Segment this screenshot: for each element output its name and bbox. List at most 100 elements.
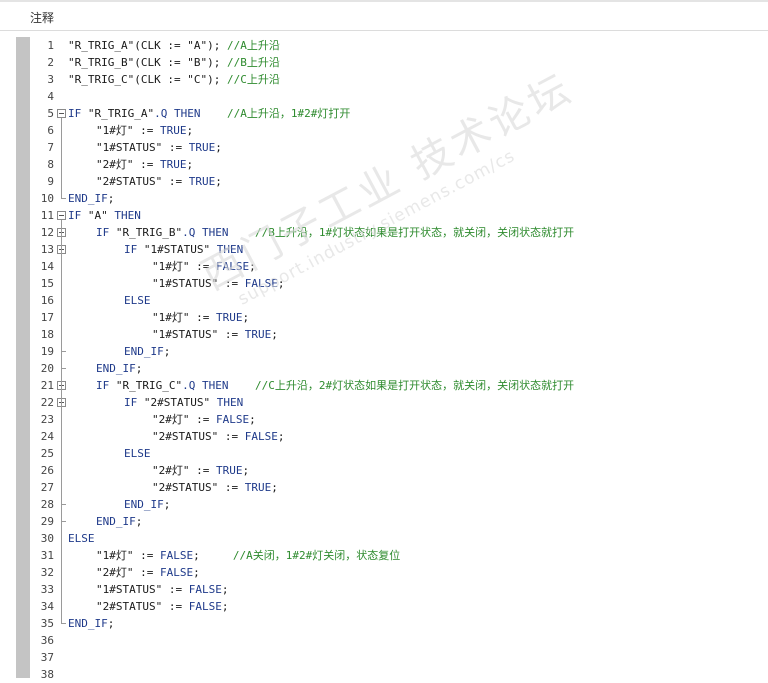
line-number: 14 xyxy=(40,260,54,273)
code-text: END_IF; xyxy=(124,345,171,358)
code-line[interactable]: 4 xyxy=(30,88,768,105)
code-text: "R_TRIG_B"(CLK := "B"); //B上升沿 xyxy=(68,56,280,69)
code-line[interactable]: 25 ELSE xyxy=(30,445,768,462)
line-number: 10 xyxy=(40,192,54,205)
code-line[interactable]: 3 "R_TRIG_C"(CLK := "C"); //C上升沿 xyxy=(30,71,768,88)
code-text: IF "A" THEN xyxy=(68,209,141,222)
code-text: IF "R_TRIG_B".Q THEN //B上升沿，1#灯状态如果是打开状态… xyxy=(96,226,575,239)
fold-end-mark xyxy=(61,351,66,352)
code-line[interactable]: 10 END_IF; xyxy=(30,190,768,207)
line-number: 19 xyxy=(40,345,54,358)
code-line[interactable]: 28 END_IF; xyxy=(30,496,768,513)
code-line[interactable]: 23 "2#灯" := FALSE; xyxy=(30,411,768,428)
code-text: END_IF; xyxy=(124,498,171,511)
code-line[interactable]: 11 IF "A" THEN xyxy=(30,207,768,224)
code-line[interactable]: 20 END_IF; xyxy=(30,360,768,377)
line-number: 34 xyxy=(40,600,54,613)
code-line[interactable]: 22 IF "2#STATUS" THEN xyxy=(30,394,768,411)
line-number: 11 xyxy=(40,209,54,222)
line-number: 4 xyxy=(47,90,54,103)
line-number: 2 xyxy=(47,56,54,69)
code-text: "1#灯" := TRUE; xyxy=(152,311,250,324)
code-line[interactable]: 2 "R_TRIG_B"(CLK := "B"); //B上升沿 xyxy=(30,54,768,71)
code-line[interactable]: 21 IF "R_TRIG_C".Q THEN //C上升沿，2#灯状态如果是打开… xyxy=(30,377,768,394)
code-line[interactable]: 33 "1#STATUS" := FALSE; xyxy=(30,581,768,598)
line-number: 27 xyxy=(40,481,54,494)
code-line[interactable]: 14 "1#灯" := FALSE; xyxy=(30,258,768,275)
code-line[interactable]: 9 "2#STATUS" := TRUE; xyxy=(30,173,768,190)
code-line[interactable]: 17 "1#灯" := TRUE; xyxy=(30,309,768,326)
code-text: ELSE xyxy=(124,447,151,460)
fold-guide xyxy=(61,254,62,351)
line-number: 21 xyxy=(40,379,54,392)
code-line[interactable]: 27 "2#STATUS" := TRUE; xyxy=(30,479,768,496)
code-line[interactable]: 19 END_IF; xyxy=(30,343,768,360)
code-text: ELSE xyxy=(68,532,95,545)
line-number: 20 xyxy=(40,362,54,375)
code-line[interactable]: 32 "2#灯" := FALSE; xyxy=(30,564,768,581)
line-number: 13 xyxy=(40,243,54,256)
code-text: "2#STATUS" := TRUE; xyxy=(152,481,278,494)
code-text: "R_TRIG_C"(CLK := "C"); //C上升沿 xyxy=(68,73,280,86)
code-text: END_IF; xyxy=(96,515,143,528)
line-number: 5 xyxy=(47,107,54,120)
code-text: "1#STATUS" := TRUE; xyxy=(96,141,222,154)
code-text: IF "2#STATUS" THEN xyxy=(124,396,244,409)
fold-guide xyxy=(61,407,62,504)
code-editor[interactable]: 1 "R_TRIG_A"(CLK := "A"); //A上升沿 2 "R_TRIG_… xyxy=(30,36,768,681)
line-number: 29 xyxy=(40,515,54,528)
fold-end-mark xyxy=(61,198,66,199)
code-line[interactable]: 29 END_IF; xyxy=(30,513,768,530)
line-number: 22 xyxy=(40,396,54,409)
code-line[interactable]: 15 "1#STATUS" := FALSE; xyxy=(30,275,768,292)
code-text: "2#灯" := TRUE; xyxy=(152,464,250,477)
code-line[interactable]: 37 xyxy=(30,649,768,666)
line-number: 16 xyxy=(40,294,54,307)
code-line[interactable]: 30 ELSE xyxy=(30,530,768,547)
code-line[interactable]: 13 IF "1#STATUS" THEN xyxy=(30,241,768,258)
fold-toggle-icon[interactable] xyxy=(57,211,66,220)
line-number: 28 xyxy=(40,498,54,511)
code-line[interactable]: 5 IF "R_TRIG_A".Q THEN //A上升沿，1#2#灯打开 xyxy=(30,105,768,122)
code-line[interactable]: 1 "R_TRIG_A"(CLK := "A"); //A上升沿 xyxy=(30,37,768,54)
code-line[interactable]: 35 END_IF; xyxy=(30,615,768,632)
line-number: 38 xyxy=(40,668,54,681)
code-line[interactable]: 24 "2#STATUS" := FALSE; xyxy=(30,428,768,445)
code-text: "2#灯" := FALSE; xyxy=(152,413,256,426)
line-number: 37 xyxy=(40,651,54,664)
fold-toggle-icon[interactable] xyxy=(57,109,66,118)
line-number: 17 xyxy=(40,311,54,324)
line-number: 18 xyxy=(40,328,54,341)
line-number: 23 xyxy=(40,413,54,426)
code-line[interactable]: 36 xyxy=(30,632,768,649)
code-line[interactable]: 8 "2#灯" := TRUE; xyxy=(30,156,768,173)
code-text: "2#STATUS" := FALSE; xyxy=(152,430,285,443)
code-text: IF "R_TRIG_A".Q THEN //A上升沿，1#2#灯打开 xyxy=(68,107,351,120)
code-line[interactable]: 31 "1#灯" := FALSE; //A关闭，1#2#灯关闭，状态复位 xyxy=(30,547,768,564)
fold-end-mark xyxy=(61,521,66,522)
line-number: 24 xyxy=(40,430,54,443)
code-text: "1#STATUS" := FALSE; xyxy=(152,277,285,290)
comment-header-label: 注释 xyxy=(30,11,55,25)
code-line[interactable]: 6 "1#灯" := TRUE; xyxy=(30,122,768,139)
code-line[interactable]: 18 "1#STATUS" := TRUE; xyxy=(30,326,768,343)
line-number: 3 xyxy=(47,73,54,86)
code-line[interactable]: 34 "2#STATUS" := FALSE; xyxy=(30,598,768,615)
code-text: IF "R_TRIG_C".Q THEN //C上升沿，2#灯状态如果是打开状态… xyxy=(96,379,575,392)
line-number: 36 xyxy=(40,634,54,647)
code-line[interactable]: 26 "2#灯" := TRUE; xyxy=(30,462,768,479)
code-text: "R_TRIG_A"(CLK := "A"); //A上升沿 xyxy=(68,39,280,52)
code-text: END_IF; xyxy=(68,617,115,630)
code-text: "1#灯" := TRUE; xyxy=(96,124,194,137)
code-text: "1#STATUS" := TRUE; xyxy=(152,328,278,341)
code-line[interactable]: 38 xyxy=(30,666,768,683)
line-number: 1 xyxy=(47,39,54,52)
line-number: 25 xyxy=(40,447,54,460)
code-line[interactable]: 16 ELSE xyxy=(30,292,768,309)
code-text: END_IF; xyxy=(68,192,115,205)
code-line[interactable]: 12 IF "R_TRIG_B".Q THEN //B上升沿，1#灯状态如果是打开… xyxy=(30,224,768,241)
line-number: 35 xyxy=(40,617,54,630)
fold-guide xyxy=(61,118,62,198)
line-number: 32 xyxy=(40,566,54,579)
code-line[interactable]: 7 "1#STATUS" := TRUE; xyxy=(30,139,768,156)
